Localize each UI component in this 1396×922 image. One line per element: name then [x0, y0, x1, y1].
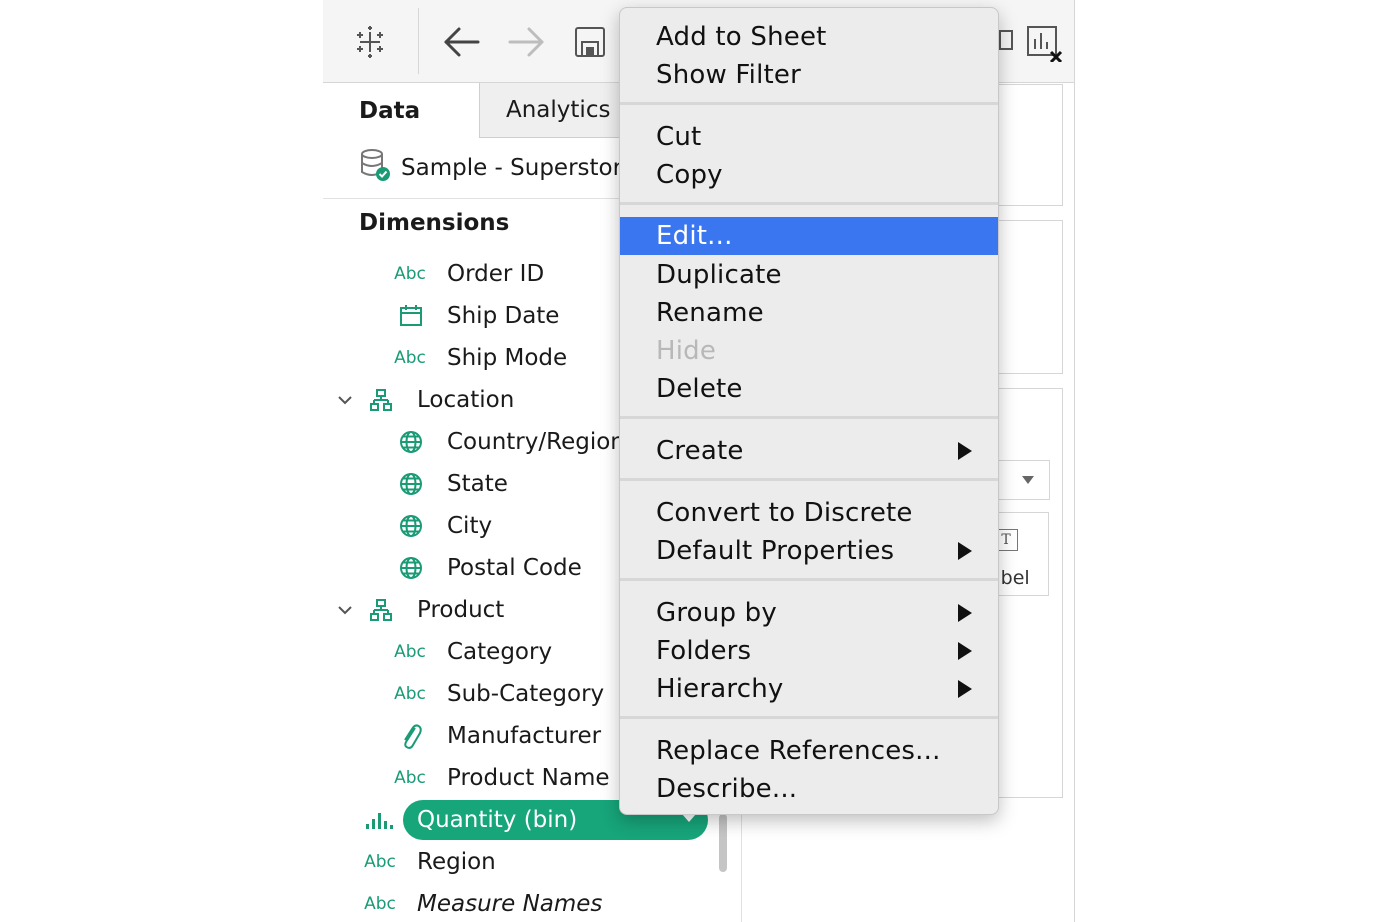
bin-bars-icon — [365, 805, 395, 835]
menu-item-label: Edit... — [656, 221, 733, 251]
submenu-arrow-icon — [958, 680, 972, 698]
submenu-arrow-icon — [958, 642, 972, 660]
menu-item-label: Add to Sheet — [656, 22, 827, 52]
menu-item-cut[interactable]: Cut — [620, 118, 998, 156]
menu-item-replace-references[interactable]: Replace References... — [620, 732, 998, 770]
menu-item-edit[interactable]: Edit... — [620, 217, 998, 255]
context-menu: Add to Sheet Show Filter Cut Copy Edit..… — [619, 7, 999, 815]
forward-arrow-icon[interactable] — [501, 18, 551, 66]
field-label: Order ID — [447, 261, 545, 287]
globe-icon — [396, 553, 426, 583]
menu-item-show-filter[interactable]: Show Filter — [620, 56, 998, 94]
menu-item-label: Delete — [656, 374, 743, 404]
menu-item-label: Group by — [656, 598, 777, 628]
menu-separator — [620, 716, 998, 719]
menu-item-duplicate[interactable]: Duplicate — [620, 256, 998, 294]
menu-item-label: Show Filter — [656, 60, 802, 90]
menu-item-rename[interactable]: Rename — [620, 294, 998, 332]
field-label: Manufacturer — [447, 723, 602, 749]
field-label: Region — [417, 849, 496, 875]
tableau-logo-icon[interactable] — [345, 18, 395, 66]
calendar-icon — [396, 301, 426, 331]
menu-item-hide: Hide — [620, 332, 998, 370]
submenu-arrow-icon — [958, 442, 972, 460]
clear-chart-icon[interactable] — [1020, 18, 1070, 66]
menu-item-add-to-sheet[interactable]: Add to Sheet — [620, 18, 998, 56]
dimensions-heading: Dimensions — [359, 210, 510, 236]
submenu-arrow-icon — [958, 604, 972, 622]
menu-item-label: Copy — [656, 160, 723, 190]
scrollbar-thumb[interactable] — [719, 814, 727, 872]
string-type-icon: Abc — [364, 852, 396, 872]
string-type-icon: Abc — [394, 684, 426, 704]
menu-item-create[interactable]: Create — [620, 432, 998, 470]
datasource-name: Sample - Superstore — [401, 155, 636, 181]
menu-item-describe[interactable]: Describe... — [620, 770, 998, 808]
menu-separator — [620, 478, 998, 481]
menu-item-label: Create — [656, 436, 744, 466]
menu-item-label: Cut — [656, 122, 702, 152]
datasource-item[interactable]: Sample - Superstore — [359, 148, 636, 188]
menu-separator — [620, 416, 998, 419]
paperclip-icon — [396, 721, 426, 751]
tab-data[interactable]: Data — [359, 83, 479, 138]
string-type-icon: Abc — [364, 894, 396, 914]
menu-item-label: Hierarchy — [656, 674, 784, 704]
field-label: Product — [417, 597, 505, 623]
field-label: Quantity (bin) — [417, 807, 578, 833]
menu-item-label: Replace References... — [656, 736, 941, 766]
menu-separator — [620, 202, 998, 205]
field-label: Sub-Category — [447, 681, 605, 707]
field-label: Ship Date — [447, 303, 560, 329]
field-label: City — [447, 513, 493, 539]
chevron-down-icon — [1022, 476, 1034, 484]
dropdown-caret-icon[interactable] — [682, 814, 696, 822]
menu-item-label: Describe... — [656, 774, 798, 804]
menu-item-group-by[interactable]: Group by — [620, 594, 998, 632]
globe-icon — [396, 469, 426, 499]
globe-icon — [396, 511, 426, 541]
menu-item-default-properties[interactable]: Default Properties — [620, 532, 998, 570]
menu-item-label: Duplicate — [656, 260, 782, 290]
menu-item-label: Default Properties — [656, 536, 895, 566]
string-type-icon: Abc — [394, 768, 426, 788]
save-icon[interactable] — [565, 18, 615, 66]
back-arrow-icon[interactable] — [437, 18, 487, 66]
menu-item-label: Folders — [656, 636, 752, 666]
chevron-down-icon[interactable] — [335, 600, 355, 620]
hierarchy-icon — [366, 385, 396, 415]
string-type-icon: Abc — [394, 642, 426, 662]
menu-item-copy[interactable]: Copy — [620, 156, 998, 194]
menu-item-label: Hide — [656, 336, 717, 366]
field-label: State — [447, 471, 508, 497]
chevron-down-icon[interactable] — [335, 390, 355, 410]
database-check-icon — [359, 148, 391, 188]
hierarchy-icon — [366, 595, 396, 625]
field-label: Product Name — [447, 765, 610, 791]
menu-item-folders[interactable]: Folders — [620, 632, 998, 670]
toolbar-divider — [418, 8, 419, 74]
submenu-arrow-icon — [958, 542, 972, 560]
menu-item-convert-to-discrete[interactable]: Convert to Discrete — [620, 494, 998, 532]
menu-separator — [620, 102, 998, 105]
string-type-icon: Abc — [394, 348, 426, 368]
string-type-icon: Abc — [394, 264, 426, 284]
globe-icon — [396, 427, 426, 457]
field-label: Postal Code — [447, 555, 582, 581]
menu-item-label: Convert to Discrete — [656, 498, 913, 528]
menu-item-label: Rename — [656, 298, 764, 328]
field-label: Category — [447, 639, 553, 665]
menu-item-delete[interactable]: Delete — [620, 370, 998, 408]
field-label: Country/Region — [447, 429, 625, 455]
menu-item-hierarchy[interactable]: Hierarchy — [620, 670, 998, 708]
menu-separator — [620, 578, 998, 581]
field-label: Location — [417, 387, 515, 413]
field-label: Measure Names — [417, 891, 603, 917]
field-label: Ship Mode — [447, 345, 568, 371]
